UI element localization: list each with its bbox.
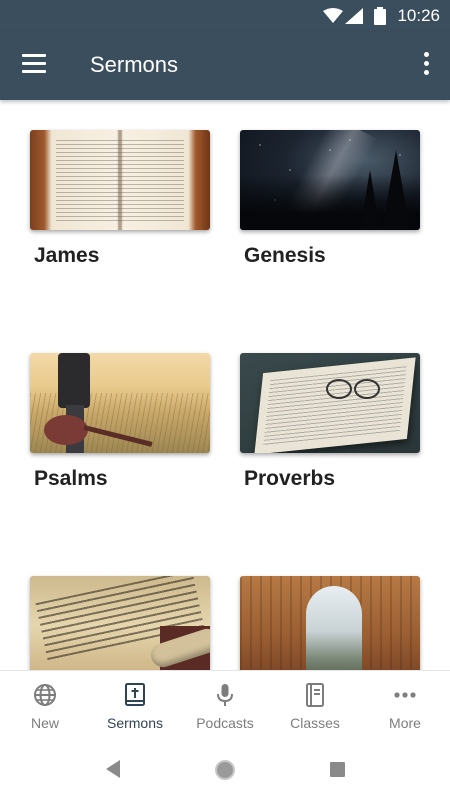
system-navigation-bar: [0, 740, 450, 800]
battery-icon: [374, 7, 386, 25]
recents-square-icon[interactable]: [330, 762, 345, 777]
status-bar: 10:26: [0, 0, 450, 32]
series-card-proverbs[interactable]: Proverbs: [240, 353, 420, 490]
nav-label: New: [30, 715, 59, 731]
series-thumbnail: [240, 576, 420, 670]
wifi-icon: [323, 8, 343, 23]
series-thumbnail: [240, 353, 420, 453]
series-card-james[interactable]: James: [30, 130, 210, 267]
series-card-arch[interactable]: [240, 576, 420, 670]
series-grid: James Genesis Psalms Proverbs: [0, 100, 450, 670]
series-card-scroll[interactable]: [30, 576, 210, 670]
series-card-genesis[interactable]: Genesis: [240, 130, 420, 267]
bible-cross-icon: [125, 683, 145, 706]
nav-item-classes[interactable]: Classes: [270, 671, 360, 741]
signal-icon: [345, 8, 363, 24]
bottom-navigation: New Sermons Podcasts Classes More: [0, 670, 450, 740]
nav-item-podcasts[interactable]: Podcasts: [180, 671, 270, 741]
back-triangle-icon[interactable]: [106, 760, 120, 778]
page-title: Sermons: [90, 52, 179, 77]
series-card-psalms[interactable]: Psalms: [30, 353, 210, 490]
series-thumbnail: [30, 353, 210, 453]
app-screen: 10:26 Sermons James Genesis Psalms Prove…: [0, 0, 450, 800]
series-thumbnail: [30, 130, 210, 230]
nav-item-new[interactable]: New: [0, 671, 90, 741]
nav-item-more[interactable]: More: [360, 671, 450, 741]
home-circle-icon[interactable]: [215, 760, 235, 780]
series-title: Psalms: [34, 467, 108, 490]
series-title: James: [34, 244, 100, 267]
nav-label: More: [389, 715, 421, 731]
nav-label: Sermons: [106, 715, 164, 731]
microphone-icon: [217, 684, 233, 706]
status-time: 10:26: [397, 6, 440, 25]
series-title: Proverbs: [244, 467, 336, 490]
nav-label: Podcasts: [196, 715, 254, 731]
globe-icon: [34, 684, 56, 706]
nav-item-sermons[interactable]: Sermons: [90, 671, 180, 741]
book-icon: [306, 683, 324, 707]
hamburger-menu-icon[interactable]: [22, 54, 48, 76]
series-thumbnail: [240, 130, 420, 230]
nav-label: Classes: [290, 715, 340, 731]
app-toolbar: Sermons: [0, 32, 450, 100]
more-vert-icon[interactable]: [422, 52, 430, 78]
series-thumbnail: [30, 576, 210, 670]
series-title: Genesis: [244, 244, 326, 267]
more-horiz-icon: [394, 692, 416, 698]
